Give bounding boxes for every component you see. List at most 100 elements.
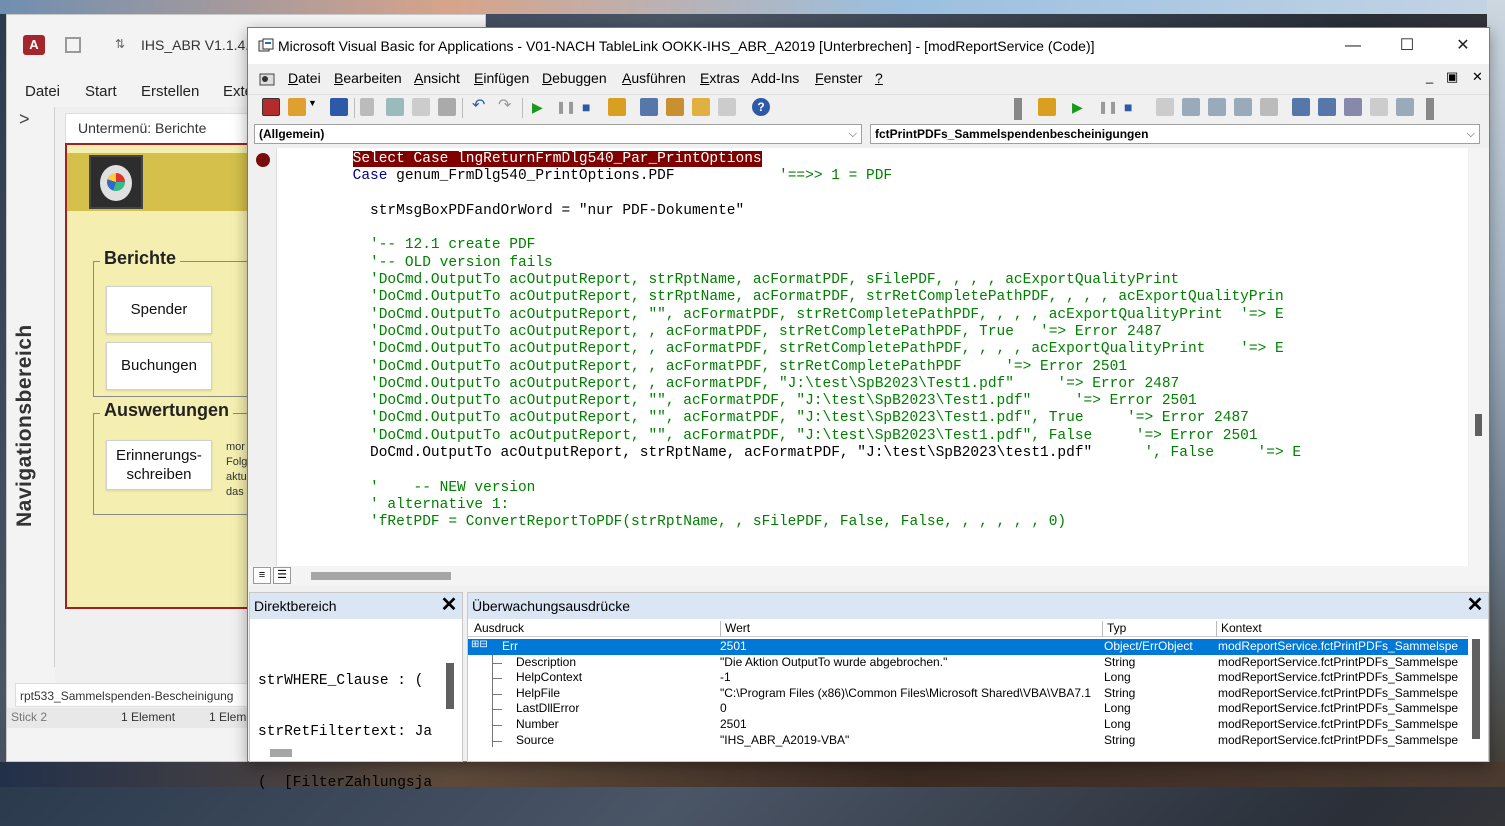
code-vertical-scrollbar[interactable] [1469, 148, 1489, 566]
menu-einfuegen[interactable]: Einfügen [474, 70, 529, 86]
run-icon[interactable]: ▶ [532, 98, 550, 116]
code-line[interactable]: 'DoCmd.OutputTo acOutputReport, "", acFo… [283, 410, 1301, 427]
immediate-window-icon[interactable] [1292, 98, 1310, 116]
close-button[interactable]: ✕ [1443, 34, 1483, 58]
redo-icon[interactable]: ↷ [498, 98, 516, 116]
navigation-pane-label[interactable]: Navigationsbereich [13, 324, 37, 527]
watch-window-icon[interactable] [1318, 98, 1336, 116]
menu-fenster[interactable]: Fenster [815, 70, 862, 86]
save-project-icon[interactable] [330, 98, 348, 116]
properties-icon[interactable] [666, 98, 684, 116]
watch-row[interactable]: HelpFile "C:\Program Files (x86)\Common F… [468, 686, 1468, 702]
immediate-output[interactable]: strWHERE_Clause : ( strRetFiltertext: Ja… [258, 639, 444, 826]
stop-icon-2[interactable]: ■ [1124, 98, 1142, 116]
code-line[interactable]: 'DoCmd.OutputTo acOutputReport, , acForm… [283, 341, 1301, 358]
step-out-icon[interactable] [1234, 98, 1252, 116]
code-line[interactable] [283, 462, 1301, 479]
code-lines[interactable]: Select Case lngReturnFrmDlg540_Par_Print… [283, 151, 1301, 532]
watch-row[interactable]: HelpContext -1 Long modReportService.fctPri… [468, 670, 1468, 686]
stop-icon[interactable]: ■ [582, 98, 600, 116]
col-ausdruck[interactable]: Ausdruck [470, 621, 524, 637]
code-editor[interactable]: Select Case lngReturnFrmDlg540_Par_Print… [249, 148, 1468, 566]
col-typ[interactable]: Typ [1102, 621, 1126, 637]
undo-icon[interactable]: ↶ [472, 98, 490, 116]
ribbon-tab-datei[interactable]: Datei [25, 83, 60, 100]
code-line[interactable]: 'DoCmd.OutputTo acOutputReport, , acForm… [283, 324, 1301, 341]
watch-row[interactable]: Number 2501 Long modReportService.fctPrintP… [468, 717, 1468, 733]
insert-dropdown-icon[interactable]: ▼ [308, 98, 317, 116]
nav-pane-toggle-chevron-icon[interactable]: > [19, 109, 30, 130]
object-browser-icon[interactable] [692, 98, 710, 116]
view-access-icon[interactable] [262, 98, 280, 116]
toggle-breakpoint-icon[interactable] [1156, 98, 1174, 116]
cut-icon[interactable] [360, 98, 374, 116]
code-vertical-scroll-thumb[interactable] [1475, 414, 1482, 436]
insert-userform-icon[interactable] [288, 98, 306, 116]
ribbon-tab-erstellen[interactable]: Erstellen [141, 83, 199, 100]
project-explorer-icon[interactable] [640, 98, 658, 116]
menu-debuggen[interactable]: Debuggen [542, 70, 607, 86]
code-line[interactable]: '-- 12.1 create PDF [283, 237, 1301, 254]
code-line[interactable]: 'fRetPDF = ConvertReportToPDF(strRptName… [283, 514, 1301, 531]
menu-add-ins[interactable]: Add-Ins [751, 70, 799, 86]
menu-bearbeiten[interactable]: Bearbeiten [334, 70, 402, 86]
call-stack-icon[interactable] [1370, 98, 1388, 116]
run-icon-2[interactable]: ▶ [1072, 98, 1090, 116]
code-line[interactable]: '-- OLD version fails [283, 255, 1301, 272]
design-mode-icon[interactable] [608, 98, 626, 116]
locals-icon[interactable] [1260, 98, 1278, 116]
code-line[interactable]: 'DoCmd.OutputTo acOutputReport, , acForm… [283, 376, 1301, 393]
watch-vertical-scroll-thumb[interactable] [1472, 639, 1480, 739]
code-line[interactable]: Select Case lngReturnFrmDlg540_Par_Print… [283, 151, 1301, 168]
quick-access-more-icon[interactable]: ⇅ [115, 37, 125, 51]
watch-close-icon[interactable]: ✕ [1464, 595, 1486, 617]
copy-icon[interactable] [386, 98, 404, 116]
mdi-close-button[interactable]: ✕ [1472, 69, 1483, 85]
watch-expand-collapse-icon[interactable]: ⊞⊟ [471, 639, 488, 650]
toolbar-options-icon[interactable] [1396, 98, 1414, 116]
immediate-horizontal-scroll-thumb[interactable] [270, 749, 292, 757]
quick-watch-icon[interactable] [1344, 98, 1362, 116]
code-line[interactable]: 'DoCmd.OutputTo acOutputReport, , acForm… [283, 359, 1301, 376]
code-horizontal-scrollbar[interactable]: ≡ ☰ [249, 566, 1489, 586]
ribbon-tab-start[interactable]: Start [85, 83, 117, 100]
erinnerungsschreiben-button[interactable]: Erinnerungs- schreiben [106, 440, 212, 490]
watch-row[interactable]: Description "Die Aktion OutputTo wurde ab… [468, 655, 1468, 671]
minimize-button[interactable]: — [1333, 34, 1373, 58]
watch-row[interactable]: Source "IHS_ABR_A2019-VBA" String modReport… [468, 733, 1468, 749]
code-line[interactable] [283, 186, 1301, 203]
watch-row[interactable]: LastDllError 0 Long modReportService.fctPri… [468, 701, 1468, 717]
menu-ansicht[interactable]: Ansicht [414, 70, 460, 86]
mdi-minimize-button[interactable]: _ [1426, 69, 1433, 84]
step-over-icon[interactable] [1208, 98, 1226, 116]
full-module-view-button[interactable]: ☰ [273, 567, 291, 584]
code-line[interactable]: 'DoCmd.OutputTo acOutputReport, "", acFo… [283, 428, 1301, 445]
code-margin[interactable] [249, 148, 277, 566]
menu-extras[interactable]: Extras [700, 70, 740, 86]
menu-help[interactable]: ? [875, 70, 883, 86]
spender-button[interactable]: Spender [106, 286, 212, 334]
code-line[interactable]: 'DoCmd.OutputTo acOutputReport, strRptNa… [283, 289, 1301, 306]
form-tab-untermenu-berichte[interactable]: Untermenü: Berichte [65, 113, 255, 143]
col-wert[interactable]: Wert [720, 621, 750, 637]
menu-ausfuehren[interactable]: Ausführen [622, 70, 686, 86]
code-line[interactable]: strMsgBoxPDFandOrWord = "nur PDF-Dokumen… [283, 203, 1301, 220]
code-line[interactable]: 'DoCmd.OutputTo acOutputReport, strRptNa… [283, 272, 1301, 289]
pause-icon[interactable]: ❚❚ [556, 98, 576, 116]
watch-row[interactable]: ⊞⊟ Err 2501 Object/ErrObject modReportServic… [468, 639, 1468, 655]
code-line[interactable] [283, 220, 1301, 237]
buchungen-button[interactable]: Buchungen [106, 342, 212, 390]
code-line[interactable]: 'DoCmd.OutputTo acOutputReport, "", acFo… [283, 307, 1301, 324]
immediate-close-icon[interactable]: ✕ [438, 595, 460, 617]
find-icon[interactable] [438, 98, 456, 116]
design-mode-icon-2[interactable] [1038, 98, 1056, 116]
code-line[interactable]: ' -- NEW version [283, 480, 1301, 497]
menu-datei[interactable]: Datei [288, 70, 321, 86]
pause-icon-2[interactable]: ❚❚ [1098, 98, 1118, 116]
col-kontext[interactable]: Kontext [1216, 621, 1262, 637]
maximize-button[interactable]: ☐ [1387, 34, 1427, 58]
code-line[interactable]: Case genum_FrmDlg540_PrintOptions.PDF '=… [283, 168, 1301, 185]
code-line[interactable]: DoCmd.OutputTo acOutputReport, strRptNam… [283, 445, 1301, 462]
mdi-restore-button[interactable]: ▣ [1446, 69, 1458, 85]
code-horizontal-scroll-thumb[interactable] [311, 572, 451, 580]
